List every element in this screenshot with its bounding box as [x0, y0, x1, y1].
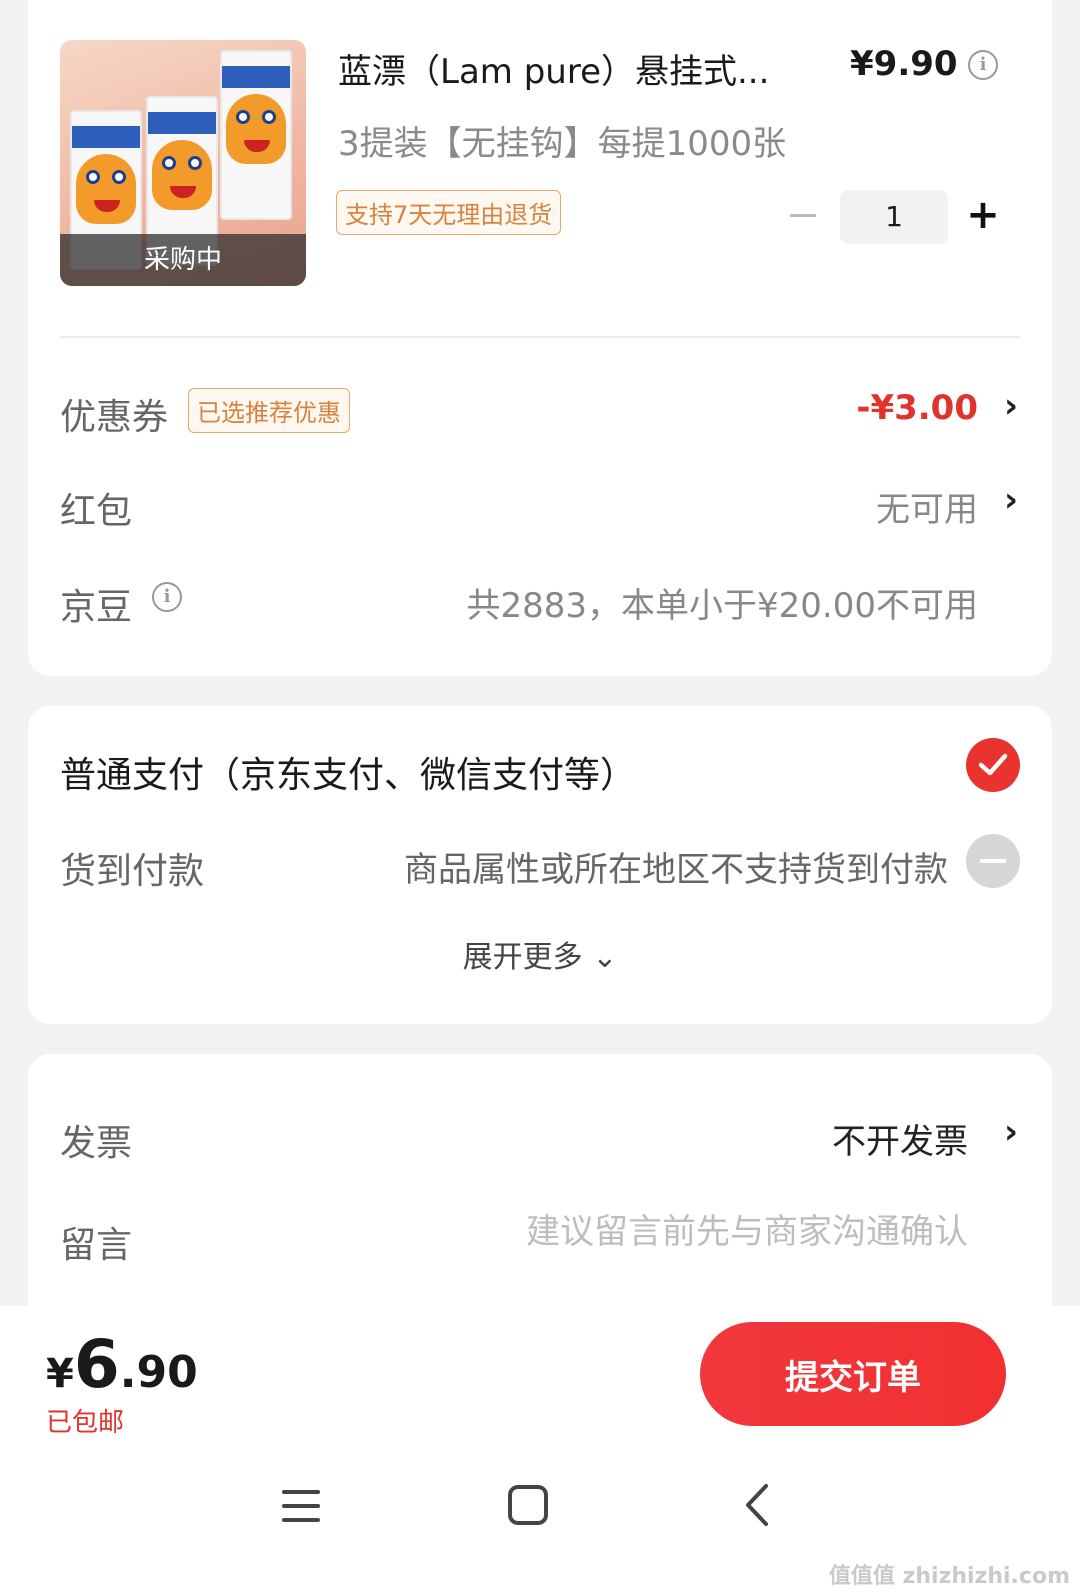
product-price: ¥9.90: [850, 44, 958, 84]
info-icon[interactable]: i: [968, 50, 998, 80]
shipping-note: 已包邮: [46, 1408, 125, 1438]
home-icon[interactable]: [508, 1476, 550, 1536]
redpacket-label: 红包: [60, 491, 133, 532]
extras-card: 发票 不开发票 › 留言: [28, 1054, 1052, 1334]
product-title[interactable]: 蓝漂（Lam pure）悬挂式...: [338, 44, 818, 93]
invoice-value[interactable]: 不开发票: [832, 1114, 968, 1163]
quantity-field[interactable]: 1: [840, 190, 948, 244]
info-icon[interactable]: i: [152, 582, 182, 612]
disabled-icon: [966, 834, 1020, 888]
quantity-increase-button[interactable]: +: [966, 188, 1000, 242]
total-price: ¥6.90: [46, 1326, 198, 1403]
chevron-right-icon[interactable]: ›: [1004, 480, 1018, 520]
cod-label: 货到付款: [60, 851, 205, 892]
invoice-label: 发票: [60, 1123, 133, 1164]
chevron-right-icon[interactable]: ›: [1004, 386, 1018, 426]
checkout-bar: ¥6.90 已包邮 提交订单 值值值 zhizhizhi.com: [0, 1306, 1080, 1594]
return-policy-tag: 支持7天无理由退货: [336, 190, 562, 235]
message-label: 留言: [60, 1225, 133, 1266]
quantity-decrease-button[interactable]: [790, 214, 816, 217]
menu-icon[interactable]: [282, 1476, 322, 1536]
expand-more-button[interactable]: 展开更多 ⌄: [28, 932, 1052, 976]
coupon-value[interactable]: -¥3.00: [856, 388, 978, 428]
product-card: 采购中 蓝漂（Lam pure）悬挂式... ¥9.90 i 3提装【无挂钩】每…: [28, 0, 1052, 676]
submit-order-button[interactable]: 提交订单: [700, 1322, 1006, 1426]
chevron-right-icon[interactable]: ›: [1004, 1112, 1018, 1152]
jingdou-value: 共2883，本单小于¥20.00不可用: [466, 586, 979, 626]
product-image[interactable]: 采购中: [60, 40, 306, 286]
cod-unavailable-note: 商品属性或所在地区不支持货到付款: [404, 850, 948, 890]
image-status-label: 采购中: [60, 234, 306, 286]
watermark: 值值值 zhizhizhi.com: [828, 1564, 1070, 1589]
coupon-recommend-tag: 已选推荐优惠: [188, 388, 350, 433]
jingdou-label: 京豆: [60, 587, 133, 628]
coupon-label: 优惠券: [60, 397, 169, 438]
back-icon[interactable]: [742, 1476, 772, 1536]
product-spec[interactable]: 3提装【无挂钩】每提1000张: [338, 116, 786, 165]
check-icon[interactable]: [966, 738, 1020, 792]
divider: [60, 336, 1020, 338]
message-input[interactable]: [408, 1212, 968, 1252]
redpacket-value[interactable]: 无可用: [876, 482, 978, 531]
normal-payment-option[interactable]: 普通支付（京东支付、微信支付等）: [60, 746, 636, 798]
payment-card: 普通支付（京东支付、微信支付等） 货到付款 商品属性或所在地区不支持货到付款 展…: [28, 706, 1052, 1024]
